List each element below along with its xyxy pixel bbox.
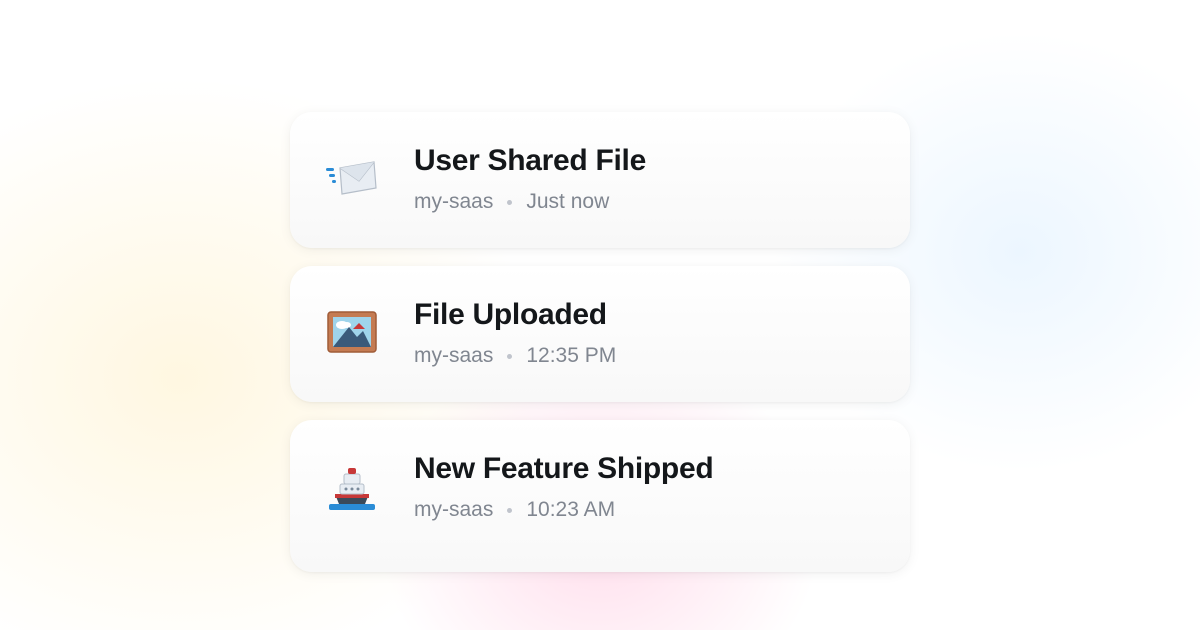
notification-title: User Shared File <box>414 144 876 178</box>
notification-card[interactable]: New Feature Shipped my-saas 10:23 AM <box>290 420 910 572</box>
envelope-send-icon <box>324 150 380 206</box>
notification-meta: my-saas 12:35 PM <box>414 344 876 368</box>
notification-project: my-saas <box>414 344 493 368</box>
meta-separator-dot <box>507 508 512 513</box>
framed-picture-icon <box>324 304 380 360</box>
notification-time: 12:35 PM <box>526 344 616 368</box>
notification-content: New Feature Shipped my-saas 10:23 AM <box>414 452 876 522</box>
notification-content: File Uploaded my-saas 12:35 PM <box>414 298 876 368</box>
ship-icon <box>324 458 380 514</box>
notification-project: my-saas <box>414 190 493 214</box>
notification-time: 10:23 AM <box>526 498 615 522</box>
notification-title: File Uploaded <box>414 298 876 332</box>
meta-separator-dot <box>507 354 512 359</box>
notification-meta: my-saas Just now <box>414 190 876 214</box>
notification-title: New Feature Shipped <box>414 452 876 486</box>
meta-separator-dot <box>507 200 512 205</box>
notifications-list: User Shared File my-saas Just now <box>0 0 1200 572</box>
notification-content: User Shared File my-saas Just now <box>414 144 876 214</box>
notification-card[interactable]: File Uploaded my-saas 12:35 PM <box>290 266 910 402</box>
notification-card[interactable]: User Shared File my-saas Just now <box>290 112 910 248</box>
notification-time: Just now <box>526 190 609 214</box>
notification-project: my-saas <box>414 498 493 522</box>
notification-meta: my-saas 10:23 AM <box>414 498 876 522</box>
